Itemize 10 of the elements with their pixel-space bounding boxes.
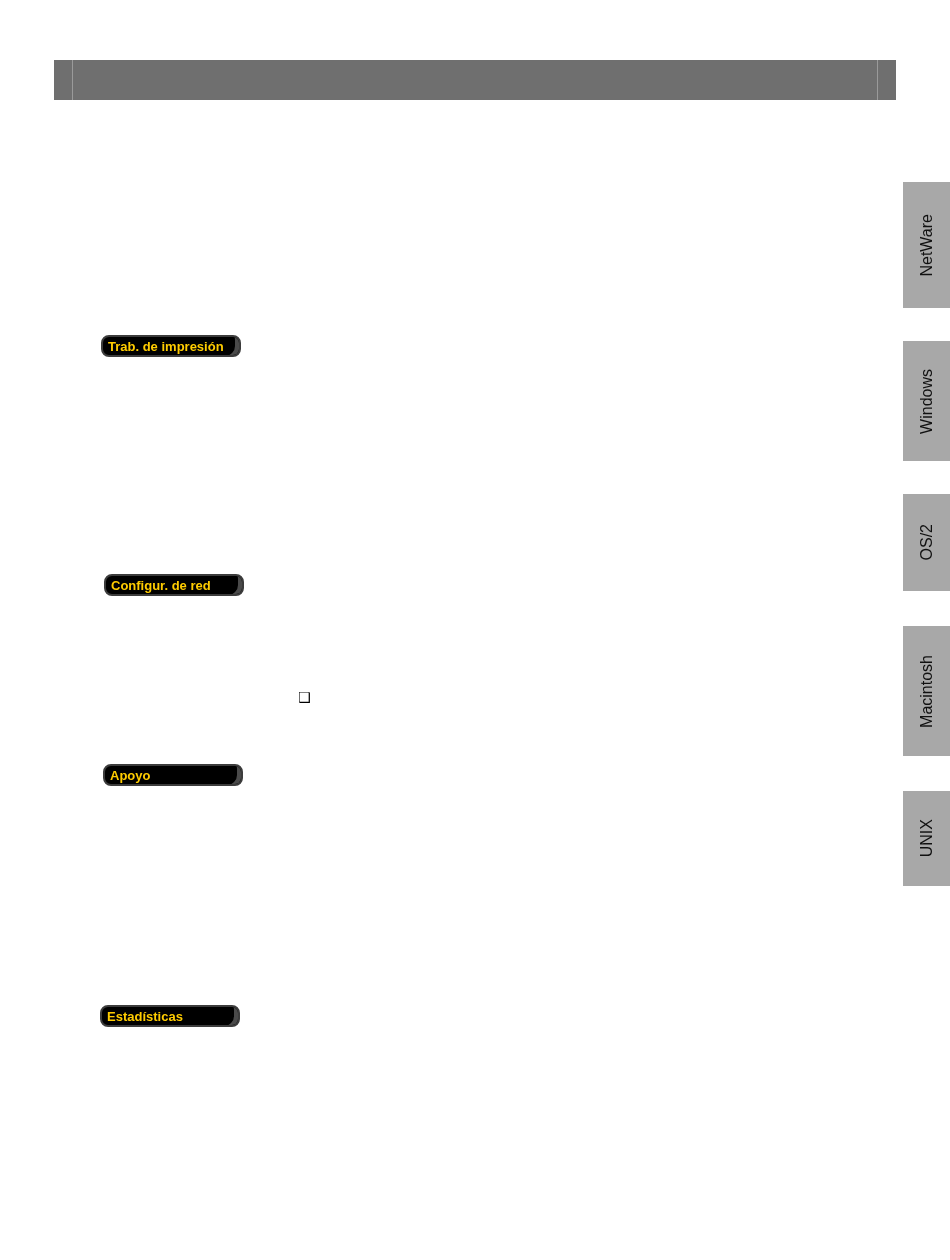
section-button[interactable]: Estadísticas xyxy=(100,1005,240,1027)
section-button[interactable]: Trab. de impresión xyxy=(101,335,241,357)
side-tab[interactable]: Windows xyxy=(903,341,950,461)
square-bullet-icon: ❑ xyxy=(298,690,311,704)
side-tab[interactable]: UNIX xyxy=(903,791,950,886)
section-button[interactable]: Configur. de red xyxy=(104,574,244,596)
side-tab[interactable]: OS/2 xyxy=(903,494,950,591)
section-button[interactable]: Apoyo xyxy=(103,764,243,786)
side-tab[interactable]: NetWare xyxy=(903,182,950,308)
side-tab[interactable]: Macintosh xyxy=(903,626,950,756)
